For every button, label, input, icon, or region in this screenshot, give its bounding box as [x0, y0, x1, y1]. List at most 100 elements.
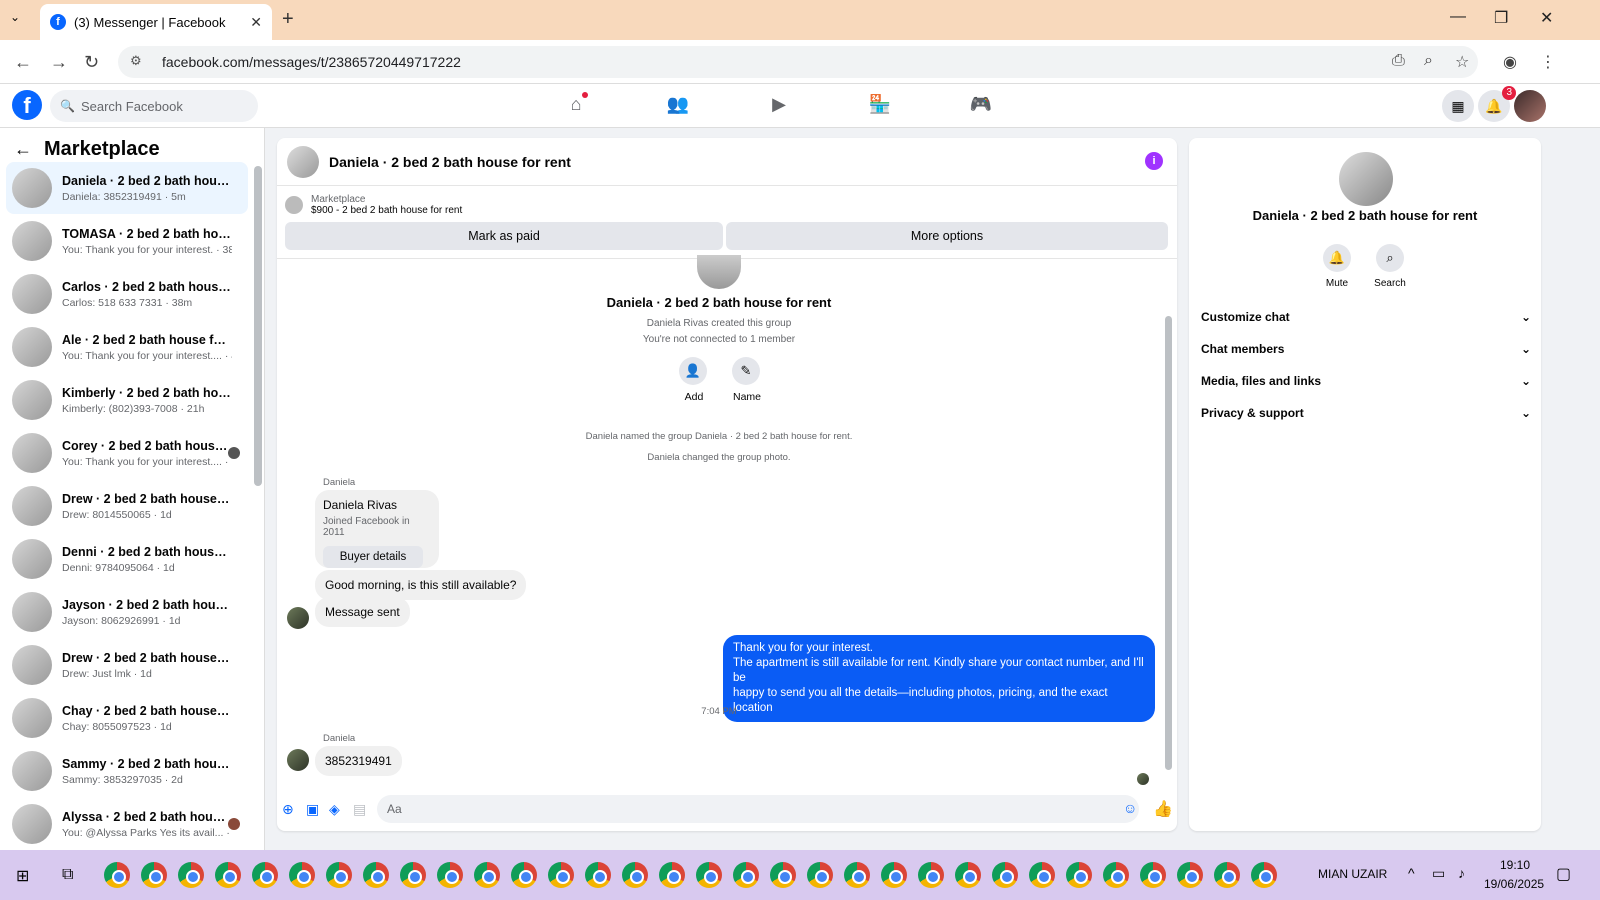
- facebook-search-input[interactable]: 🔍 Search Facebook: [50, 90, 258, 122]
- browser-menu-icon[interactable]: ⋮: [1540, 52, 1556, 72]
- site-info-icon[interactable]: ⚙: [130, 53, 148, 71]
- notifications-icon[interactable]: 🔔 3: [1478, 86, 1516, 122]
- search-in-chat-button[interactable]: ⌕ Search: [1368, 244, 1412, 289]
- browser-tab[interactable]: f (3) Messenger | Facebook ✕: [40, 4, 272, 40]
- chrome-icon[interactable]: [1251, 862, 1277, 888]
- conversation-item[interactable]: Sammy · 2 bed 2 bath house fo... Sammy: 3…: [6, 745, 248, 797]
- chat-title[interactable]: Daniela · 2 bed 2 bath house for rent: [329, 154, 571, 170]
- gaming-icon[interactable]: 🎮: [967, 94, 995, 118]
- profile-icon[interactable]: ◉: [1503, 52, 1517, 72]
- add-member-button[interactable]: 👤 Add: [679, 357, 709, 403]
- friends-icon[interactable]: 👥: [664, 94, 692, 118]
- chrome-icon[interactable]: [289, 862, 315, 888]
- account-avatar[interactable]: [1514, 90, 1546, 122]
- chat-avatar[interactable]: [287, 145, 319, 178]
- chrome-icon[interactable]: [178, 862, 204, 888]
- video-icon[interactable]: ▶: [765, 94, 793, 118]
- photo-icon[interactable]: ▣: [306, 801, 319, 818]
- conversation-item[interactable]: Jayson · 2 bed 2 bath house for... Jayson…: [6, 586, 248, 638]
- chrome-icon[interactable]: [622, 862, 648, 888]
- conversation-item[interactable]: Ale · 2 bed 2 bath house for rent You: Th…: [6, 321, 248, 373]
- marketplace-icon[interactable]: 🏪: [866, 94, 894, 118]
- chrome-icon[interactable]: [326, 862, 352, 888]
- chrome-icon[interactable]: [844, 862, 870, 888]
- menu-grid-icon[interactable]: ▦: [1442, 90, 1474, 122]
- conversation-item[interactable]: TOMASA · 2 bed 2 bath house f... You: Tha…: [6, 215, 248, 267]
- minimize-icon[interactable]: —: [1450, 8, 1466, 26]
- chrome-icon[interactable]: [696, 862, 722, 888]
- chrome-icon[interactable]: [918, 862, 944, 888]
- install-icon[interactable]: ⎙: [1392, 52, 1405, 70]
- mute-button[interactable]: 🔔 Mute: [1315, 244, 1359, 289]
- back-icon[interactable]: ←: [14, 52, 32, 73]
- privacy-support-row[interactable]: Privacy & support ⌄: [1201, 406, 1531, 420]
- message-input[interactable]: Aa: [377, 795, 1139, 823]
- chrome-icon[interactable]: [807, 862, 833, 888]
- plus-icon[interactable]: ⊕: [282, 801, 294, 818]
- conversation-item[interactable]: Kimberly · 2 bed 2 bath house f... Kimber…: [6, 374, 248, 426]
- tray-chevron-icon[interactable]: ^: [1408, 865, 1415, 881]
- bookmark-star-icon[interactable]: ☆: [1455, 52, 1469, 72]
- chrome-icon[interactable]: [400, 862, 426, 888]
- chrome-icon[interactable]: [548, 862, 574, 888]
- conversation-item[interactable]: Alyssa · 2 bed 2 bath house f... You: @Al…: [6, 798, 248, 850]
- chrome-icon[interactable]: [141, 862, 167, 888]
- chrome-icon[interactable]: [659, 862, 685, 888]
- chrome-icon[interactable]: [1103, 862, 1129, 888]
- task-view-icon[interactable]: ⧉: [62, 866, 73, 884]
- emoji-icon[interactable]: ☺: [1123, 800, 1137, 816]
- chrome-icon[interactable]: [770, 862, 796, 888]
- chrome-icon[interactable]: [363, 862, 389, 888]
- reload-icon[interactable]: ↻: [84, 52, 99, 73]
- chrome-icon[interactable]: [1066, 862, 1092, 888]
- tab-search-icon[interactable]: ⌄: [10, 10, 20, 24]
- chrome-icon[interactable]: [881, 862, 907, 888]
- chat-members-row[interactable]: Chat members ⌄: [1201, 342, 1531, 356]
- chrome-icon[interactable]: [585, 862, 611, 888]
- zoom-icon[interactable]: ⌕: [1424, 52, 1433, 70]
- chrome-icon[interactable]: [511, 862, 537, 888]
- notification-center-icon[interactable]: ▢: [1556, 864, 1571, 884]
- volume-icon[interactable]: ♪: [1458, 865, 1465, 881]
- chrome-icon[interactable]: [992, 862, 1018, 888]
- media-files-row[interactable]: Media, files and links ⌄: [1201, 374, 1531, 388]
- chrome-icon[interactable]: [474, 862, 500, 888]
- buyer-details-button[interactable]: Buyer details: [323, 546, 423, 568]
- chrome-icon[interactable]: [1177, 862, 1203, 888]
- info-icon[interactable]: i: [1145, 152, 1163, 170]
- customize-chat-row[interactable]: Customize chat ⌄: [1201, 310, 1531, 324]
- conversation-item[interactable]: Drew · 2 bed 2 bath house for r... Drew: …: [6, 480, 248, 532]
- conversation-item[interactable]: Carlos · 2 bed 2 bath house for ... Carlo…: [6, 268, 248, 320]
- home-icon[interactable]: ⌂: [562, 92, 590, 118]
- sticker-icon[interactable]: ◈: [329, 801, 340, 818]
- close-tab-icon[interactable]: ✕: [250, 14, 262, 31]
- conversation-item[interactable]: Daniela · 2 bed 2 bath house fo... Daniel…: [6, 162, 248, 214]
- chrome-icon[interactable]: [955, 862, 981, 888]
- chrome-icon[interactable]: [733, 862, 759, 888]
- conversation-item[interactable]: Corey · 2 bed 2 bath house f... You: Than…: [6, 427, 248, 479]
- new-tab-icon[interactable]: +: [282, 8, 294, 31]
- chrome-icon[interactable]: [437, 862, 463, 888]
- url-field[interactable]: ⚙ facebook.com/messages/t/23865720449717…: [118, 46, 1478, 78]
- back-arrow-icon[interactable]: ←: [14, 139, 32, 160]
- restore-icon[interactable]: ❐: [1494, 8, 1508, 28]
- more-options-button[interactable]: More options: [726, 222, 1168, 250]
- conversation-item[interactable]: Chay · 2 bed 2 bath house for r... Chay: …: [6, 692, 248, 744]
- facebook-logo-icon[interactable]: f: [12, 90, 42, 120]
- mark-as-paid-button[interactable]: Mark as paid: [285, 222, 723, 250]
- chrome-icon[interactable]: [1029, 862, 1055, 888]
- conversation-item[interactable]: Denni · 2 bed 2 bath house for ... Denni:…: [6, 533, 248, 585]
- chrome-icon[interactable]: [215, 862, 241, 888]
- sidebar-scrollbar[interactable]: [254, 166, 262, 486]
- rename-group-button[interactable]: ✎ Name: [732, 357, 762, 403]
- clock-date[interactable]: 19/06/2025: [1484, 877, 1544, 891]
- conversation-item[interactable]: Drew · 2 bed 2 bath house for r... Drew: …: [6, 639, 248, 691]
- chrome-icon[interactable]: [104, 862, 130, 888]
- like-icon[interactable]: 👍: [1153, 799, 1173, 819]
- chrome-icon[interactable]: [252, 862, 278, 888]
- windows-start-icon[interactable]: ⊞: [16, 866, 29, 886]
- network-icon[interactable]: ▭: [1432, 865, 1445, 882]
- chrome-icon[interactable]: [1140, 862, 1166, 888]
- gif-icon[interactable]: ▤: [353, 801, 366, 818]
- chrome-icon[interactable]: [1214, 862, 1240, 888]
